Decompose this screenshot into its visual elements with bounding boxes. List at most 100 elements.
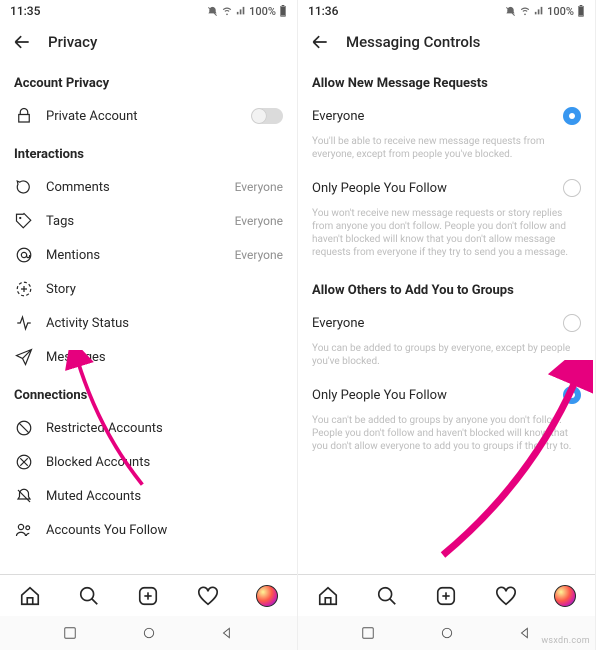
option-only-follow[interactable]: Only People You Follow: [312, 171, 581, 205]
group-everyone-label: Everyone: [312, 316, 551, 331]
private-account-toggle[interactable]: [251, 108, 283, 124]
row-blocked[interactable]: Blocked Accounts: [14, 445, 283, 479]
blocked-icon: [14, 453, 34, 471]
group-option-only-follow[interactable]: Only People You Follow: [312, 378, 581, 412]
section-new-requests: Allow New Message Requests: [312, 62, 581, 99]
option-only-follow-label: Only People You Follow: [312, 181, 551, 196]
radio-only-follow[interactable]: [563, 179, 581, 197]
muted-icon: [14, 487, 34, 505]
tab-profile[interactable]: [256, 585, 278, 607]
help-group-only-follow: You can't be added to groups by anyone y…: [312, 412, 581, 463]
row-muted[interactable]: Muted Accounts: [14, 479, 283, 513]
story-icon: [14, 280, 34, 298]
tags-value: Everyone: [235, 214, 283, 228]
tab-home[interactable]: [317, 585, 339, 607]
wifi-icon: [519, 6, 531, 16]
status-icons: 100%: [505, 5, 585, 18]
section-groups: Allow Others to Add You to Groups: [312, 269, 581, 306]
row-comments[interactable]: Comments Everyone: [14, 170, 283, 204]
section-account-privacy: Account Privacy: [14, 62, 283, 99]
dnd-icon: [207, 6, 218, 17]
group-option-everyone[interactable]: Everyone: [312, 306, 581, 340]
row-accounts-follow[interactable]: Accounts You Follow: [14, 513, 283, 547]
blocked-label: Blocked Accounts: [46, 455, 283, 470]
restricted-label: Restricted Accounts: [46, 421, 283, 436]
tag-icon: [14, 212, 34, 230]
muted-label: Muted Accounts: [46, 489, 283, 504]
restricted-icon: [14, 419, 34, 437]
phone-left: 11:35 100% Privacy Account Privacy Priva…: [0, 0, 298, 650]
tab-activity[interactable]: [197, 585, 219, 607]
row-tags[interactable]: Tags Everyone: [14, 204, 283, 238]
radio-group-everyone[interactable]: [563, 314, 581, 332]
row-private-account[interactable]: Private Account: [14, 99, 283, 133]
section-connections: Connections: [14, 374, 283, 411]
tab-search[interactable]: [78, 585, 100, 607]
messages-label: Messages: [46, 350, 283, 365]
status-time: 11:35: [10, 4, 40, 18]
watermark: wsxdn.com: [541, 636, 590, 646]
section-interactions: Interactions: [14, 133, 283, 170]
tab-new-post[interactable]: [137, 585, 159, 607]
nav-back[interactable]: [517, 625, 533, 641]
help-everyone: You'll be able to receive new message re…: [312, 133, 581, 171]
comment-icon: [14, 178, 34, 196]
tab-bar: [298, 574, 595, 616]
group-only-follow-label: Only People You Follow: [312, 388, 551, 403]
radio-everyone[interactable]: [563, 107, 581, 125]
signal-icon: [534, 6, 544, 16]
row-story[interactable]: Story: [14, 272, 283, 306]
battery-text: 100%: [547, 5, 574, 18]
option-everyone-label: Everyone: [312, 109, 551, 124]
tags-label: Tags: [46, 214, 223, 229]
status-bar: 11:36 100%: [298, 0, 595, 22]
signal-icon: [236, 6, 246, 16]
avatar: [256, 585, 278, 607]
nav-recent[interactable]: [360, 625, 376, 641]
tab-activity[interactable]: [495, 585, 517, 607]
appbar: Privacy: [0, 22, 297, 62]
story-label: Story: [46, 282, 283, 297]
radio-group-only-follow[interactable]: [563, 386, 581, 404]
appbar: Messaging Controls: [298, 22, 595, 62]
page-title: Privacy: [48, 33, 97, 51]
lock-icon: [14, 107, 34, 125]
tab-home[interactable]: [19, 585, 41, 607]
row-messages[interactable]: Messages: [14, 340, 283, 374]
battery-icon: [279, 5, 287, 17]
mention-icon: [14, 246, 34, 264]
dnd-icon: [505, 6, 516, 17]
activity-icon: [14, 314, 34, 332]
battery-text: 100%: [249, 5, 276, 18]
row-activity-status[interactable]: Activity Status: [14, 306, 283, 340]
back-icon[interactable]: [310, 32, 330, 52]
nav-home[interactable]: [439, 625, 455, 641]
status-bar: 11:35 100%: [0, 0, 297, 22]
tab-bar: [0, 574, 297, 616]
activity-label: Activity Status: [46, 316, 283, 331]
mentions-label: Mentions: [46, 248, 223, 263]
back-icon[interactable]: [12, 32, 32, 52]
tab-new-post[interactable]: [435, 585, 457, 607]
mentions-value: Everyone: [235, 248, 283, 262]
system-nav: [0, 616, 297, 650]
page-title: Messaging Controls: [346, 33, 480, 51]
nav-back[interactable]: [219, 625, 235, 641]
avatar: [554, 585, 576, 607]
people-icon: [14, 521, 34, 539]
nav-home[interactable]: [141, 625, 157, 641]
option-everyone[interactable]: Everyone: [312, 99, 581, 133]
phone-right: 11:36 100% Messaging Controls Allow New …: [298, 0, 596, 650]
content: Allow New Message Requests Everyone You'…: [298, 62, 595, 574]
tab-profile[interactable]: [554, 585, 576, 607]
wifi-icon: [221, 6, 233, 16]
nav-recent[interactable]: [62, 625, 78, 641]
messages-icon: [14, 348, 34, 366]
help-group-everyone: You can be added to groups by everyone, …: [312, 340, 581, 378]
row-mentions[interactable]: Mentions Everyone: [14, 238, 283, 272]
tab-search[interactable]: [376, 585, 398, 607]
battery-icon: [577, 5, 585, 17]
content: Account Privacy Private Account Interact…: [0, 62, 297, 574]
row-restricted[interactable]: Restricted Accounts: [14, 411, 283, 445]
comments-value: Everyone: [235, 180, 283, 194]
